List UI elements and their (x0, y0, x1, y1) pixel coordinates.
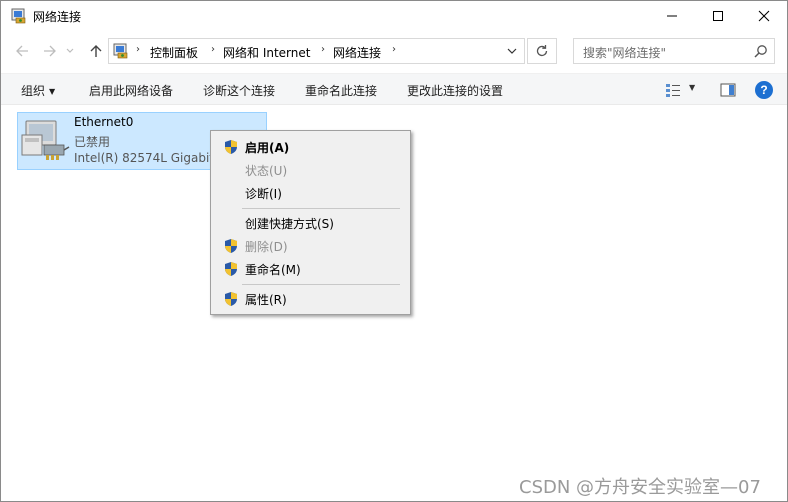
title-bar[interactable]: 网络连接 (1, 1, 787, 31)
breadcrumb-separator-icon[interactable]: › (136, 44, 140, 55)
connection-status: 已禁用 (74, 135, 111, 149)
explorer-window: 网络连接 › 控制面板 › 网络和 Internet › 网络连接 › 搜索"网… (0, 0, 788, 502)
menu-item-label: 属性(R) (245, 293, 287, 307)
view-options-dropdown-icon[interactable]: ▼ (689, 83, 695, 92)
uac-shield-icon (225, 239, 237, 253)
arrow-up-icon (90, 45, 102, 57)
rename-button[interactable]: 重命名此连接 (305, 82, 377, 99)
close-button[interactable] (741, 1, 787, 31)
search-box[interactable]: 搜索"网络连接" (573, 38, 775, 64)
menu-item-label: 重命名(M) (245, 263, 301, 277)
menu-item-status[interactable]: 状态(U) (213, 159, 408, 181)
context-menu: 启用(A) 状态(U) 诊断(I) 创建快捷方式(S) 删除(D) 重命名(M) (210, 130, 411, 315)
menu-separator (242, 208, 400, 209)
connection-device: Intel(R) 82574L Gigabit (74, 151, 215, 165)
uac-shield-icon (225, 262, 237, 276)
menu-item-label: 启用(A) (245, 141, 290, 155)
watermark-text: CSDN @方舟安全实验室—07 (519, 477, 761, 498)
back-button[interactable] (11, 39, 33, 63)
arrow-left-icon (16, 45, 28, 57)
breadcrumb-separator-icon[interactable]: › (321, 44, 325, 55)
recent-locations-button[interactable] (63, 39, 77, 63)
address-bar[interactable]: › 控制面板 › 网络和 Internet › 网络连接 › (108, 38, 525, 64)
diagnose-button[interactable]: 诊断这个连接 (203, 82, 275, 99)
chevron-down-icon (66, 48, 74, 53)
menu-item-label: 状态(U) (245, 164, 288, 178)
breadcrumb-network-connections[interactable]: 网络连接 (333, 44, 381, 61)
network-connections-icon (11, 8, 26, 24)
uac-shield-icon (225, 292, 237, 306)
dropdown-arrow-icon: ▼ (49, 87, 56, 96)
menu-item-rename[interactable]: 重命名(M) (213, 258, 408, 280)
organize-menu-button[interactable]: 组织 ▼ (21, 82, 55, 99)
search-placeholder[interactable]: 搜索"网络连接" (583, 44, 666, 61)
menu-item-enable[interactable]: 启用(A) (213, 136, 408, 158)
menu-item-create-shortcut[interactable]: 创建快捷方式(S) (213, 212, 408, 234)
search-icon[interactable] (754, 44, 768, 58)
minimize-icon (667, 15, 677, 17)
preview-pane-icon[interactable] (720, 82, 736, 98)
change-settings-button[interactable]: 更改此连接的设置 (407, 82, 503, 99)
address-history-dropdown[interactable] (503, 43, 521, 59)
close-icon (758, 10, 770, 22)
menu-item-properties[interactable]: 属性(R) (213, 288, 408, 310)
menu-item-diagnose[interactable]: 诊断(I) (213, 182, 408, 204)
breadcrumb-separator-icon[interactable]: › (211, 44, 215, 55)
command-bar: 组织 ▼ 启用此网络设备 诊断这个连接 重命名此连接 更改此连接的设置 ▼ ? (1, 73, 787, 105)
connection-name: Ethernet0 (74, 115, 134, 129)
forward-button[interactable] (39, 39, 61, 63)
enable-device-button[interactable]: 启用此网络设备 (89, 82, 173, 99)
minimize-button[interactable] (649, 1, 695, 31)
breadcrumb-network-internet[interactable]: 网络和 Internet (223, 44, 310, 61)
menu-item-label: 诊断(I) (245, 187, 282, 201)
refresh-icon (536, 45, 548, 57)
breadcrumb-separator-icon[interactable]: › (392, 44, 396, 55)
help-icon[interactable]: ? (755, 81, 773, 99)
refresh-button[interactable] (527, 38, 557, 64)
up-button[interactable] (85, 39, 107, 63)
chevron-down-icon (507, 48, 517, 54)
maximize-icon (713, 11, 723, 21)
network-connections-icon (113, 43, 128, 59)
window-title: 网络连接 (33, 10, 82, 24)
change-view-icon[interactable] (665, 82, 681, 98)
organize-label: 组织 (21, 84, 46, 98)
breadcrumb-control-panel[interactable]: 控制面板 (150, 44, 198, 61)
menu-separator (242, 284, 400, 285)
menu-item-label: 创建快捷方式(S) (245, 217, 334, 231)
network-adapter-icon (21, 120, 70, 160)
uac-shield-icon (225, 140, 237, 154)
menu-item-delete[interactable]: 删除(D) (213, 235, 408, 257)
arrow-right-icon (44, 45, 56, 57)
menu-item-label: 删除(D) (245, 240, 288, 254)
maximize-button[interactable] (695, 1, 741, 31)
